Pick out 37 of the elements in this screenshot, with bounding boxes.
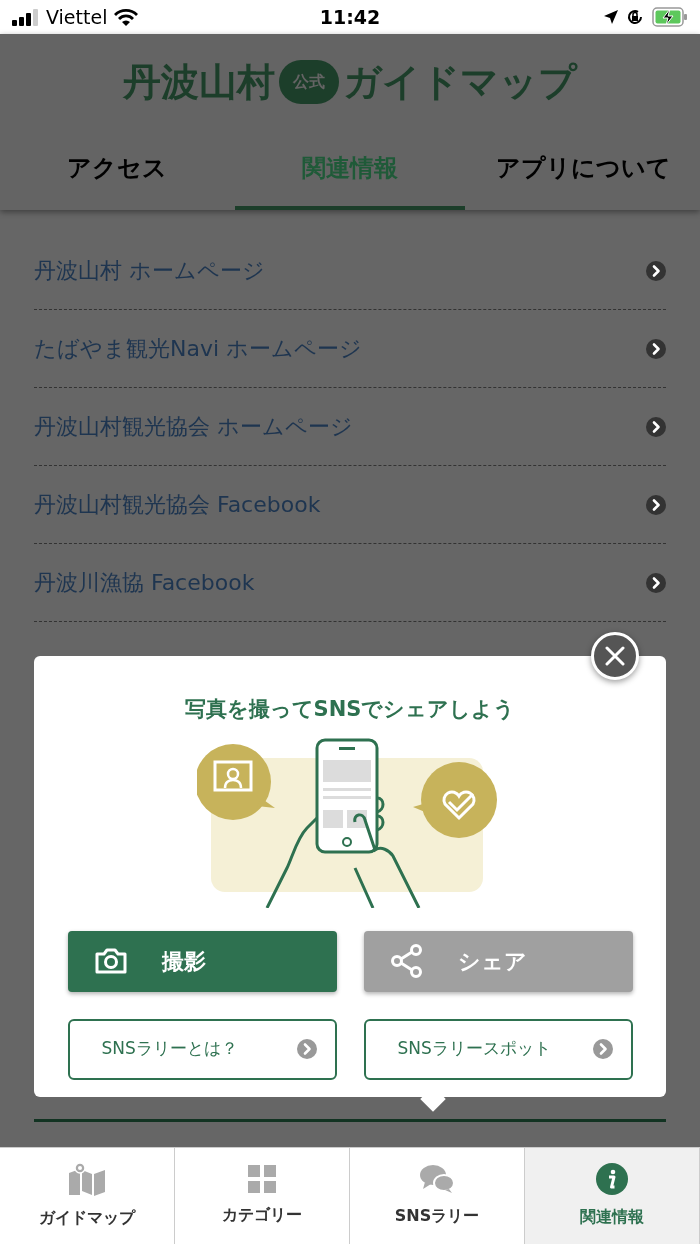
chevron-right-icon	[646, 260, 666, 281]
battery-charging-icon	[652, 7, 688, 27]
info-icon	[596, 1163, 628, 1195]
wifi-icon	[113, 8, 140, 26]
popup-title: 写真を撮ってSNSでシェアしよう	[184, 696, 516, 723]
link-row[interactable]: 丹波山村観光協会 ホームページ	[34, 388, 666, 466]
link-row[interactable]: 丹波山村 ホームページ	[34, 232, 666, 310]
chevron-right-icon	[646, 338, 666, 359]
logo-village-name: 丹波山村	[123, 63, 275, 101]
status-time: 11:42	[319, 4, 381, 30]
share-icon	[389, 944, 424, 978]
chevron-right-icon	[296, 1039, 317, 1059]
rotation-lock-icon	[626, 8, 644, 26]
link-row[interactable]: たばやま観光Navi ホームページ	[34, 310, 666, 388]
chat-bubbles-icon	[419, 1164, 455, 1194]
grid-icon	[248, 1165, 276, 1193]
tab[interactable]: アプリについて	[468, 130, 698, 210]
location-arrow-icon	[604, 10, 618, 24]
carrier-name: Viettel	[46, 4, 108, 30]
link-row[interactable]: 丹波山村観光協会 Facebook	[34, 466, 666, 544]
chevron-right-icon	[646, 416, 666, 437]
camera-icon	[93, 947, 128, 975]
chevron-right-icon	[646, 572, 666, 593]
chevron-right-icon	[646, 494, 666, 515]
link-button[interactable]: SNSラリーとは？	[67, 1018, 337, 1080]
signal-icon	[12, 8, 40, 26]
chevron-right-icon	[592, 1039, 613, 1059]
tab[interactable]: アクセス	[2, 130, 232, 210]
close-button[interactable]	[591, 632, 639, 680]
link-row[interactable]: 丹波川漁協 Facebook	[34, 544, 666, 622]
logo-pin-badge: 公式	[279, 60, 339, 104]
link-button[interactable]: SNSラリースポット	[363, 1018, 633, 1080]
close-icon	[605, 646, 625, 666]
logo-title: ガイドマップ	[343, 63, 577, 101]
action-button[interactable]: 撮影	[67, 930, 337, 992]
nav-tab[interactable]: 関連情報	[525, 1148, 700, 1244]
map-pin-icon	[68, 1162, 106, 1196]
